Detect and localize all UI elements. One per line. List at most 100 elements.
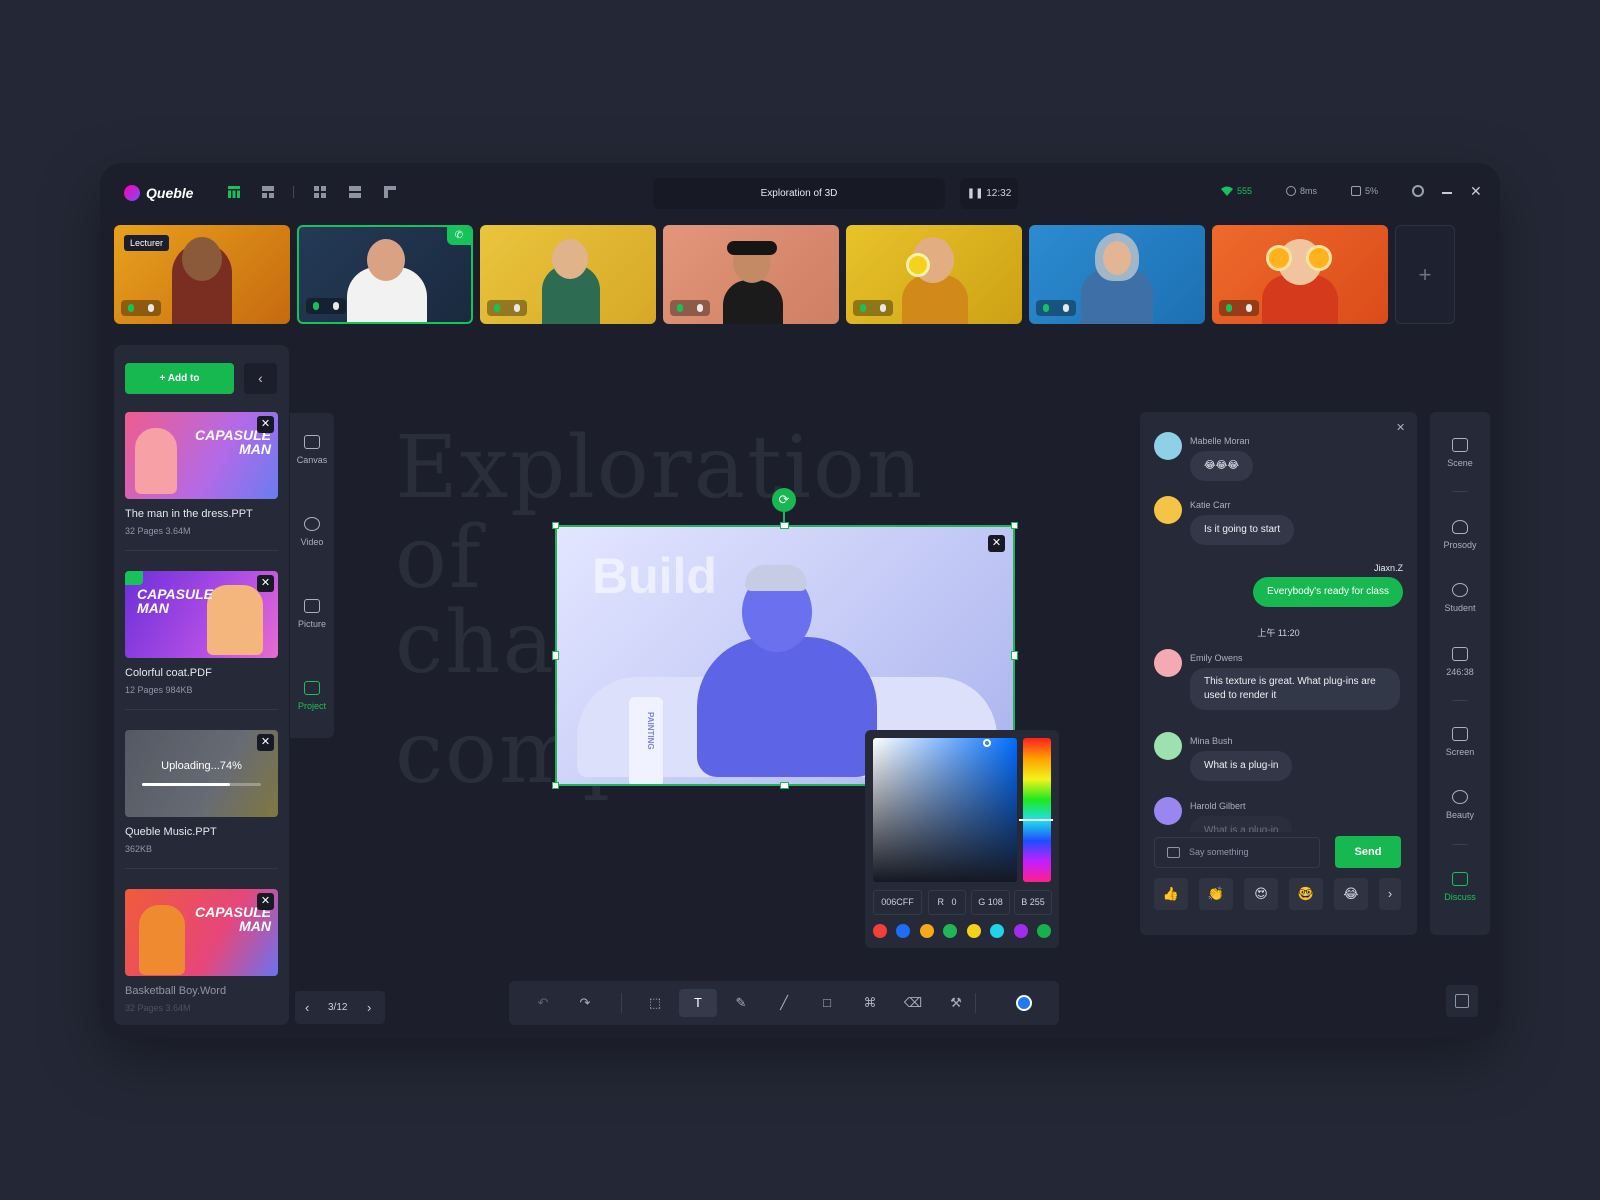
rotate-handle[interactable]: ⟳ [772, 488, 796, 512]
resize-handle[interactable] [552, 522, 559, 529]
screen-tool[interactable]: Screen [1430, 727, 1490, 757]
resize-handle[interactable] [1011, 522, 1018, 529]
add-participant-button[interactable]: + [1395, 225, 1455, 324]
minimize-icon[interactable] [1442, 192, 1452, 194]
color-swatch[interactable] [873, 924, 887, 938]
close-icon[interactable]: ✕ [261, 577, 270, 589]
color-swatch[interactable] [896, 924, 911, 938]
participant-tile-active[interactable]: ✆ [297, 225, 473, 324]
hue-cursor[interactable] [1019, 819, 1053, 821]
settings-icon[interactable] [1412, 185, 1424, 197]
green-input[interactable]: G 108 [971, 890, 1010, 915]
layout-quad-icon[interactable] [314, 186, 326, 198]
document-item[interactable]: CAPASULE MAN ✕ Colorful coat.PDF 12 Page… [125, 571, 278, 710]
line-icon[interactable]: ╱ [774, 993, 794, 1013]
color-swatch[interactable] [919, 924, 934, 938]
resize-handle[interactable] [1011, 651, 1018, 660]
resize-handle[interactable] [552, 651, 559, 660]
picture-tool[interactable]: Picture [290, 599, 334, 629]
emoji-button[interactable]: 😂 [1334, 878, 1368, 910]
pen-icon[interactable]: ✎ [731, 993, 751, 1013]
close-icon[interactable]: ✕ [261, 895, 270, 907]
close-icon[interactable]: ✕ [992, 537, 1001, 549]
clear-icon[interactable]: ⚒ [946, 993, 966, 1013]
rotate-icon[interactable]: ⟳ [779, 492, 790, 507]
student-tool[interactable]: Student [1430, 583, 1490, 613]
undo-icon[interactable]: ↶ [533, 993, 553, 1013]
participant-tile[interactable] [1212, 225, 1388, 324]
add-to-button[interactable]: + Add to [125, 363, 234, 394]
participant-tile[interactable]: Lecturer [114, 225, 290, 324]
canvas-tool[interactable]: Canvas [290, 435, 334, 465]
color-swatch[interactable] [1036, 924, 1051, 938]
participant-tile[interactable] [846, 225, 1022, 324]
current-color-swatch[interactable] [1016, 995, 1032, 1011]
participant-tile[interactable] [1029, 225, 1205, 324]
remove-document-button[interactable]: ✕ [257, 893, 274, 910]
scene-tool[interactable]: Scene [1430, 438, 1490, 468]
red-input[interactable]: R 0 [928, 890, 966, 915]
eraser-icon[interactable]: ⌫ [903, 993, 923, 1013]
resize-handle[interactable] [552, 782, 559, 789]
more-emojis-button[interactable]: › [1379, 878, 1401, 910]
select-icon[interactable]: ⬚ [645, 993, 665, 1013]
close-icon[interactable]: ✕ [1470, 183, 1482, 200]
message-input[interactable]: Say something [1154, 837, 1320, 868]
text-tool-icon[interactable]: T [679, 989, 717, 1017]
prosody-tool[interactable]: Prosody [1430, 520, 1490, 550]
resize-handle[interactable] [780, 522, 789, 529]
emoji-button[interactable]: 👏 [1199, 878, 1233, 910]
emoji-button[interactable]: 👍 [1154, 878, 1188, 910]
close-icon[interactable]: ✕ [1396, 421, 1405, 434]
remove-document-button[interactable]: ✕ [257, 734, 274, 751]
document-item[interactable]: Uploading...74% ✕ Queble Music.PPT 362KB [125, 730, 278, 869]
document-item[interactable]: CAPASULE MAN ✕ The man in the dress.PPT … [125, 412, 278, 551]
rectangle-icon[interactable]: □ [817, 993, 837, 1013]
timer-tool[interactable]: 246:38 [1430, 647, 1490, 677]
color-swatch[interactable] [966, 924, 981, 938]
emoji-button[interactable]: 😍 [1244, 878, 1278, 910]
close-icon[interactable]: ✕ [261, 418, 270, 430]
redo-icon[interactable]: ↷ [575, 993, 595, 1013]
participant-tile[interactable] [480, 225, 656, 324]
resize-handle[interactable] [780, 782, 789, 789]
video-tool[interactable]: Video [290, 517, 334, 547]
blue-input[interactable]: B 255 [1014, 890, 1052, 915]
chevron-right-icon[interactable]: › [367, 1000, 371, 1015]
participant-tile[interactable] [663, 225, 839, 324]
latency-status: 8ms [1286, 186, 1317, 196]
color-swatch[interactable] [1013, 924, 1028, 938]
beauty-tool[interactable]: Beauty [1430, 790, 1490, 820]
color-swatch[interactable] [990, 924, 1005, 938]
color-swatch[interactable] [943, 924, 958, 938]
project-tool[interactable]: Project [290, 681, 334, 711]
shapes-icon[interactable]: ⌘ [860, 993, 880, 1013]
saturation-area[interactable] [873, 738, 1017, 882]
collapse-button[interactable]: ‹ [244, 363, 277, 394]
chevron-left-icon[interactable]: ‹ [305, 1000, 309, 1015]
hex-input[interactable]: 006CFF [873, 890, 922, 915]
chevron-right-icon[interactable]: › [1388, 886, 1392, 901]
chevron-left-icon[interactable]: ‹ [258, 370, 263, 386]
video-icon [304, 517, 320, 531]
session-timer[interactable]: ❚❚ 12:32 [960, 178, 1018, 209]
layout-grid-icon[interactable] [228, 186, 240, 198]
send-button[interactable]: Send [1335, 836, 1401, 868]
remove-document-button[interactable]: ✕ [257, 416, 274, 433]
hue-slider[interactable] [1023, 738, 1051, 882]
document-item[interactable]: CAPASULE MAN ✕ Basketball Boy.Word 32 Pa… [125, 889, 278, 1013]
layout-corner-icon[interactable] [384, 186, 396, 198]
saturation-cursor[interactable] [983, 739, 991, 747]
remove-image-button[interactable]: ✕ [988, 535, 1005, 552]
layout-icon[interactable] [1455, 994, 1469, 1008]
pause-icon[interactable]: ❚❚ [967, 188, 987, 199]
discuss-tool[interactable]: Discuss [1430, 872, 1490, 902]
plus-icon[interactable]: + [1419, 262, 1432, 287]
layout-top-icon[interactable] [262, 186, 274, 198]
close-icon[interactable]: ✕ [261, 736, 270, 748]
layout-split-icon[interactable] [349, 186, 361, 198]
emoji-button[interactable]: 🤓 [1289, 878, 1323, 910]
layout-toggle-button[interactable] [1446, 985, 1478, 1017]
remove-document-button[interactable]: ✕ [257, 575, 274, 592]
image-icon[interactable] [1167, 847, 1180, 858]
